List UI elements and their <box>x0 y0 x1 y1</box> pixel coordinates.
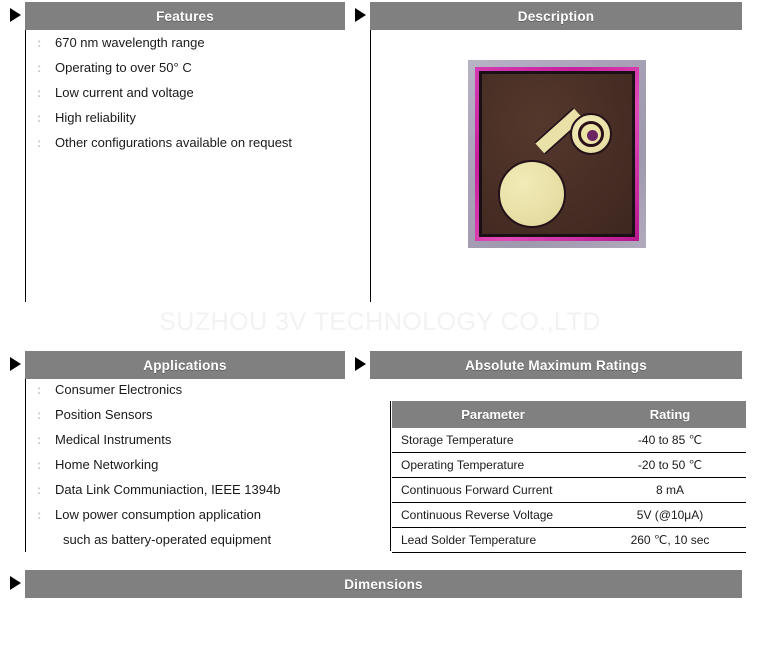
list-item: : Home Networking <box>25 452 345 477</box>
cell-parameter: Continuous Reverse Voltage <box>392 502 594 528</box>
list-item-label: High reliability <box>55 110 136 125</box>
list-item-continuation: such as battery-operated equipment <box>25 527 345 552</box>
list-item-label: Low power consumption application <box>55 507 261 522</box>
column-header-parameter: Parameter <box>392 401 594 428</box>
ratings-left-rule <box>390 401 391 551</box>
triangle-right-icon-applications <box>10 357 21 371</box>
section-title-ratings: Absolute Maximum Ratings <box>465 357 647 373</box>
bullet-icon: : <box>37 482 42 497</box>
section-title-description: Description <box>517 8 595 24</box>
cell-parameter: Continuous Forward Current <box>392 477 594 503</box>
applications-list: : Consumer Electronics : Position Sensors … <box>25 377 345 552</box>
bullet-icon: : <box>37 382 42 397</box>
bullet-icon: : <box>37 85 42 100</box>
list-item: :670 nm wavelength range <box>25 30 345 55</box>
section-header-dimensions: Dimensions <box>25 570 742 598</box>
cell-rating: -40 to 85 ℃ <box>594 428 746 453</box>
list-item: : Low current and voltage <box>25 80 345 105</box>
list-item-label: Operating to over 50° C <box>55 60 192 75</box>
list-item: : High reliability <box>25 105 345 130</box>
list-item: : Operating to over 50° C <box>25 55 345 80</box>
watermark-text: SUZHOU 3V TECHNOLOGY CO.,LTD <box>159 308 601 336</box>
table-row: Continuous Reverse Voltage 5V (@10μA) <box>392 502 746 528</box>
section-header-applications: Applications <box>25 351 345 379</box>
section-header-description: Description <box>370 2 742 30</box>
table-header-row: Parameter Rating <box>392 401 746 428</box>
die-bond-pad-inner-ring <box>578 121 604 147</box>
list-item-label: Position Sensors <box>55 407 153 422</box>
table-row: Operating Temperature -20 to 50 ℃ <box>392 452 746 478</box>
list-item-label: Low current and voltage <box>55 85 194 100</box>
list-item-label: 670 nm wavelength range <box>55 35 205 50</box>
section-header-features: Features <box>25 2 345 30</box>
bullet-icon: : <box>37 60 42 75</box>
bullet-icon: : <box>37 457 42 472</box>
cell-rating: 8 mA <box>594 477 746 503</box>
die-active-area <box>498 160 566 228</box>
absolute-maximum-ratings-table: Parameter Rating Storage Temperature -40… <box>392 401 746 553</box>
bullet-icon: : <box>37 135 42 150</box>
bullet-icon: : <box>37 407 42 422</box>
list-item: : Other configurations available on reque… <box>25 130 345 155</box>
table-row: Lead Solder Temperature 260 ℃, 10 sec <box>392 527 746 553</box>
cell-rating: -20 to 50 ℃ <box>594 452 746 478</box>
list-item-label: such as battery-operated equipment <box>63 532 272 547</box>
section-title-dimensions: Dimensions <box>344 576 423 592</box>
triangle-right-icon-description <box>355 8 366 22</box>
triangle-right-icon-features <box>10 8 21 22</box>
features-list: :670 nm wavelength range : Operating to o… <box>25 30 345 155</box>
die-bond-pad-center <box>587 130 598 141</box>
section-title-features: Features <box>156 8 214 24</box>
bullet-icon: : <box>37 110 42 125</box>
cell-parameter: Storage Temperature <box>392 428 594 453</box>
table-row: Continuous Forward Current 8 mA <box>392 477 746 503</box>
die-bond-pad <box>570 113 612 155</box>
die-substrate <box>482 74 632 234</box>
list-item-label: Consumer Electronics <box>55 382 183 397</box>
list-item-label: Home Networking <box>55 457 159 472</box>
bullet-icon: : <box>37 507 42 522</box>
cell-rating: 260 ℃, 10 sec <box>594 527 746 553</box>
die-outer-frame <box>468 60 646 248</box>
table-row: Storage Temperature -40 to 85 ℃ <box>392 428 746 453</box>
list-item: : Medical Instruments <box>25 427 345 452</box>
list-item-label: Medical Instruments <box>55 432 172 447</box>
triangle-right-icon-dimensions <box>10 576 21 590</box>
list-item-label: Data Link Communiaction, IEEE 1394b <box>55 482 281 497</box>
die-dark-ring <box>479 71 635 237</box>
photodiode-die-photo <box>468 60 646 248</box>
triangle-right-icon-ratings <box>355 357 366 371</box>
list-item-label: Other configurations available on reques… <box>55 135 293 150</box>
cell-rating: 5V (@10μA) <box>594 502 746 528</box>
list-item: : Data Link Communiaction, IEEE 1394b <box>25 477 345 502</box>
list-item: : Position Sensors <box>25 402 345 427</box>
die-pink-ring <box>475 67 639 241</box>
cell-parameter: Lead Solder Temperature <box>392 527 594 553</box>
section-header-ratings: Absolute Maximum Ratings <box>370 351 742 379</box>
cell-parameter: Operating Temperature <box>392 452 594 478</box>
list-item: : Low power consumption application <box>25 502 345 527</box>
bullet-icon: : <box>37 432 42 447</box>
section-title-applications: Applications <box>143 357 227 373</box>
bullet-icon: : <box>37 35 42 50</box>
column-header-rating: Rating <box>594 401 746 428</box>
list-item: : Consumer Electronics <box>25 377 345 402</box>
